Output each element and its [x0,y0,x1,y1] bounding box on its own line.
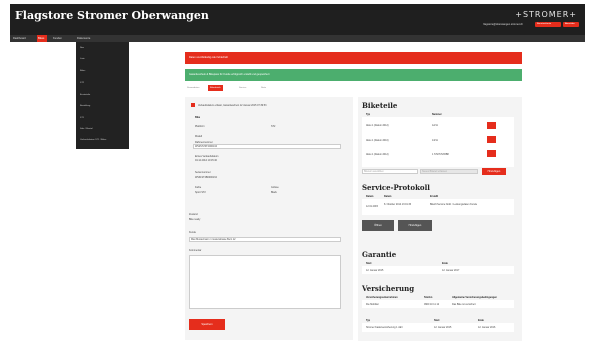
service-col-name: Datum [384,195,392,198]
garantie-col-end: Ende [442,262,448,265]
biketeile-col-typ: Typ [366,113,371,116]
biketeile-col-nummer: Nummer [432,113,442,116]
remove-part-button[interactable] [487,136,496,143]
dropdown-item[interactable]: Neu [80,47,84,49]
erst-verkauf-value: 04.12.2014 10:15:40 [195,159,217,162]
tab-stammdaten[interactable]: Stammdaten [185,85,201,91]
garantie-col-start: Start [366,262,372,265]
dropdown-item[interactable]: ST1 [80,117,84,119]
versicherung-col-phone: Telefon [424,296,433,299]
dokumente-dropdown: Neu Liste Bikes ST2 Ersatzteile Bestellu… [76,42,129,149]
biketeil-typ: Akku 1 (Datum 2012) [366,153,389,156]
success-alert: Garantieschein & Bikepass für Kunde erfo… [185,69,522,81]
versicherung-typ: Stromer Kaskoversicherung 1 Jahr [366,326,403,329]
seriennummer-label: Seriennummer [195,171,211,174]
dropdown-item[interactable]: Bestellung [80,105,90,107]
main-nav: Dashboard Bikes Kunden Dokumente [10,35,585,42]
garantie-title: Garantie [362,250,397,259]
versicherung-terms[interactable]: Das Bike ist versichert [452,303,476,306]
status-value: Bike ready [189,218,201,221]
versicherung-company: Die Mobiliar [366,303,379,306]
app-title: Flagstore Stromer Oberwangen [15,9,209,22]
bike-heading: Bike [195,116,201,119]
status-label: Zustand [189,213,198,216]
dropdown-item[interactable]: Bikes [80,70,85,72]
tab-bikedetails[interactable]: Bikedetails [208,85,223,91]
notes-label: Kommentar [189,249,202,252]
versicherung-col-typ: Typ [366,319,371,322]
versicherung-start: 12. Januar 2015 [434,326,452,329]
dropdown-item[interactable]: Ersatzteile [80,94,90,96]
biketeil-nummer: 13/11 [432,139,438,142]
biketeil-select-placeholder: Biketeil auswählen [364,170,384,173]
farbe-label: Farbe [195,186,202,189]
account-button[interactable]: Benutzerkonto [535,22,561,27]
remove-part-button[interactable] [487,122,496,129]
versicherung-col-ende: Ende [478,319,484,322]
versicherung-col-company: Versicherungsunternehmen [366,296,398,299]
versicherung-col-start: Start [434,319,440,322]
nav-dashboard[interactable]: Dashboard [12,35,27,42]
garantie-start: 12. Januar 2015 [366,269,384,272]
verkauf-checkbox[interactable] [191,103,195,107]
bike-form-panel: Verkaufsdatum erfasst, Garantieschein 12… [185,97,353,340]
versicherung-col-terms: Allgemeine Versicherungsbedingungen [452,296,497,299]
service-col-info: Erstellt [430,195,439,198]
garantie-table [362,266,514,274]
biketeil-nummer: 1 ST2/ST2/RB8 [432,153,449,156]
tab-notiz[interactable]: Notiz [259,85,268,91]
biketeil-typ: Akku 1 (Datum 2010) [366,139,389,142]
dropdown-item[interactable]: Liste [80,58,85,60]
notes-textarea[interactable] [189,255,341,309]
kunde-label: Kunde [189,231,196,234]
service-title: Service-Protokoll [362,183,430,192]
modell-label: Modell [195,135,203,138]
add-service-button[interactable]: Hinzufügen [398,220,432,231]
kunde-value: Max Mustermann / musterstrasse Bern 12 [191,238,236,241]
seriennummer-value: WS31ST2B0000134 [195,176,217,179]
user-email: flagstore@oberwangen.stromer.ch [483,23,523,26]
plattform-label: Plattform [195,125,205,128]
nav-kunden[interactable]: Kunden [52,35,63,42]
groesse-value: Black [271,191,277,194]
dropdown-item[interactable]: Verkaufsdatum ST1 / Bikes [80,139,106,141]
versicherung-phone: 0900 10 11 12 [424,303,440,306]
service-table [362,199,514,215]
erst-verkauf-label: Erstes Verkaufsdatum [195,155,219,158]
save-button[interactable]: Speichern [189,319,225,330]
biketeil-nummer: 12/11 [432,124,438,127]
logout-button[interactable]: Abmelden [563,22,579,27]
nav-bikes[interactable]: Bikes [37,35,47,42]
top-bar: Flagstore Stromer Oberwangen flagstore@o… [10,4,585,35]
service-row-name: 8. Oktober 2014 13:01:33 [384,203,412,206]
garantie-end: 12. Januar 2017 [442,269,460,272]
biketeil-input-placeholder: Neues Biketeil erfassen [422,170,448,173]
open-service-button[interactable]: Öffnen [362,220,394,231]
warranty-panel: Garantie Start Ende 12. Januar 2015 12. … [358,245,522,341]
remove-part-button[interactable] [487,150,496,157]
checkbox-label: Verkaufsdatum erfasst, Garantieschein 12… [198,104,267,107]
dropdown-item[interactable]: ST2 [80,82,84,84]
farbe-value: Sport ST2 [195,191,206,194]
plattform-value: ST2 [271,125,276,128]
service-row-date: 12.01.2015 [366,205,378,208]
dropdown-item[interactable]: Sale / Rental [80,128,93,130]
error-alert: Daten unvollständig oder fehlerhaft [185,52,522,64]
rahmennummer-value: WS2ST2ST2000134 [195,145,217,148]
service-row-info: Bikefit Service Notiz / Leistungs­daten … [430,203,478,206]
service-col-date: Datum [366,195,374,198]
biketeil-typ: Akku 1 (Datum 2012) [366,124,389,127]
tab-service[interactable]: Service [237,85,248,91]
stromer-logo: +STROMER+ [515,10,577,19]
versicherung-ende: 12. Januar 2016 [478,326,496,329]
nav-dokumente[interactable]: Dokumente [76,35,91,42]
add-part-button[interactable]: Hinzufügen [482,168,506,175]
versicherung-title: Versicherung [362,284,415,293]
biketeile-title: Biketeile [362,101,398,110]
groesse-label: Grösse [271,186,279,189]
